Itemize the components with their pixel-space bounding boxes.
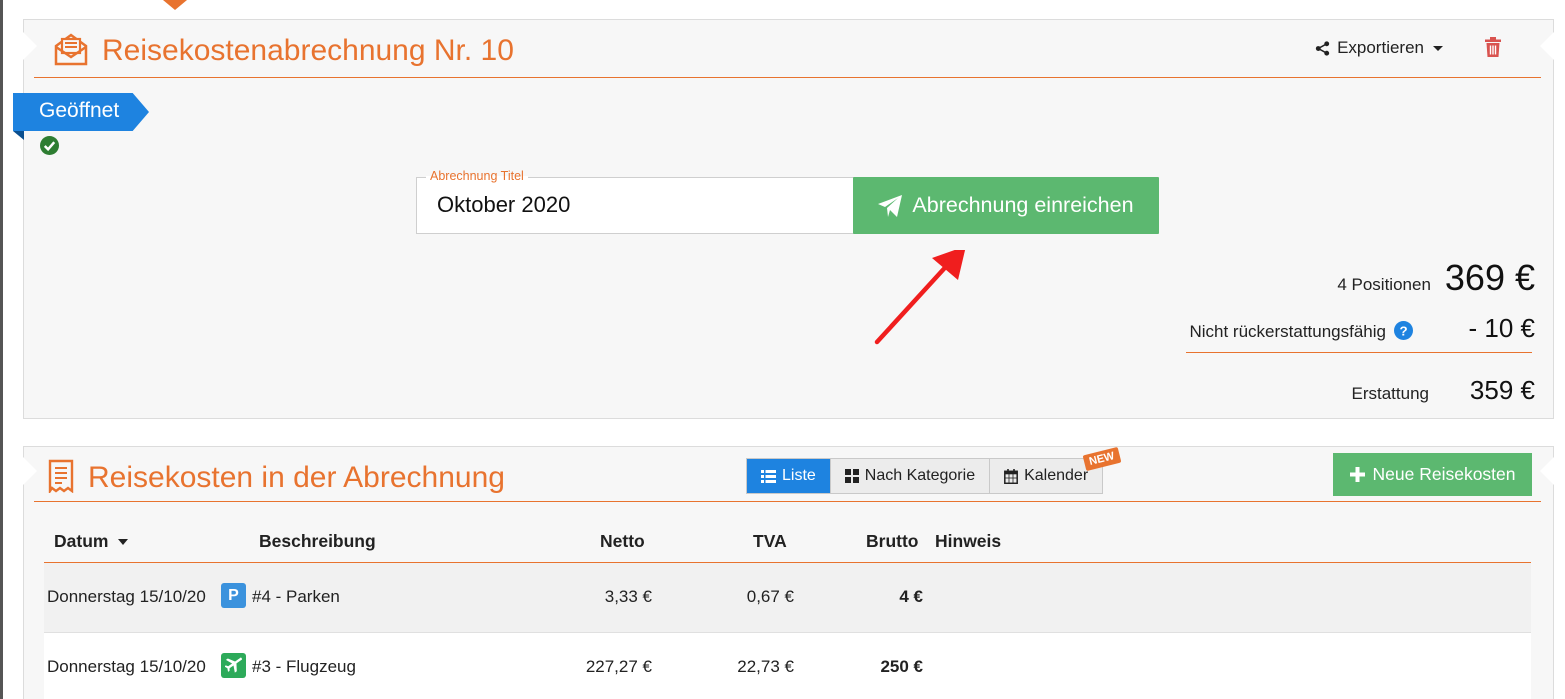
- expenses-table: Datum Beschreibung Netto TVA Brutto Hinw…: [44, 517, 1531, 699]
- report-title-row: Reisekostenabrechnung Nr. 10 Exportieren: [34, 32, 1541, 78]
- row-gross: 4 €: [899, 587, 923, 606]
- grid-icon: [844, 469, 859, 483]
- table-row[interactable]: Donnerstag 15/10/20 P #4 - Parken 3,33 €…: [44, 563, 1531, 633]
- table-row[interactable]: Donnerstag 15/10/20 #3 - Flugzeug 227,27…: [44, 633, 1531, 699]
- status-ribbon-fold: [13, 131, 24, 140]
- row-net: 3,33 €: [604, 587, 652, 606]
- add-expense-label: Neue Reisekosten: [1372, 464, 1516, 484]
- column-vat: TVA: [753, 531, 787, 551]
- positions-label: 4 Positionen: [1337, 275, 1431, 294]
- window-edge: [0, 0, 3, 699]
- row-net: 227,27 €: [585, 657, 652, 676]
- submit-report-label: Abrechnung einreichen: [912, 193, 1134, 217]
- envelope-open-icon: [54, 33, 88, 66]
- receipt-icon: [48, 459, 74, 493]
- column-gross: Brutto: [866, 531, 919, 551]
- row-description: #3 - Flugzeug: [252, 657, 356, 676]
- total-amount: 369 €: [1444, 257, 1535, 298]
- paper-plane-icon: [878, 194, 903, 217]
- sort-desc-icon: [118, 539, 129, 545]
- view-list-button[interactable]: Liste: [747, 459, 831, 493]
- panel-notch-right: [1540, 457, 1554, 485]
- parking-icon: P: [221, 583, 246, 608]
- list-icon: [761, 469, 776, 483]
- summary-refund-row: Erstattung 359 €: [1352, 375, 1536, 406]
- share-icon: [1315, 40, 1330, 56]
- table-header: Datum Beschreibung Netto TVA Brutto Hinw…: [44, 517, 1531, 563]
- row-date: Donnerstag 15/10/20: [47, 587, 206, 606]
- view-calendar-label: Kalender: [1024, 467, 1089, 484]
- non-refundable-label: Nicht rückerstattungsfähig: [1189, 322, 1386, 341]
- refund-label: Erstattung: [1351, 384, 1430, 403]
- summary-total-row: 4 Positionen 369 €: [1337, 257, 1535, 299]
- red-annotation-arrow: [874, 250, 966, 345]
- question-circle-icon[interactable]: ?: [1394, 321, 1413, 340]
- view-category-label: Nach Kategorie: [864, 467, 976, 484]
- export-button[interactable]: Exportieren: [1315, 38, 1443, 58]
- non-refundable-amount: - 10 €: [1468, 313, 1536, 343]
- column-description: Beschreibung: [259, 531, 376, 551]
- row-vat: 0,67 €: [746, 587, 794, 606]
- summary-non-refundable-row: Nicht rückerstattungsfähig ? - 10 €: [1189, 313, 1535, 344]
- row-description: #4 - Parken: [252, 587, 340, 606]
- expenses-title: Reisekosten in der Abrechnung: [88, 461, 505, 494]
- trash-icon[interactable]: [1485, 37, 1501, 57]
- view-toggle: Liste Nach Kategorie Kalender: [746, 458, 1104, 494]
- column-net: Netto: [600, 531, 645, 551]
- add-expense-button[interactable]: Neue Reisekosten: [1333, 453, 1532, 496]
- panel-notch-right: [1540, 32, 1554, 60]
- submit-report-button[interactable]: Abrechnung einreichen: [853, 177, 1159, 234]
- svg-text:?: ?: [1399, 323, 1407, 338]
- airplane-glyph: [225, 657, 242, 673]
- row-vat: 22,73 €: [737, 657, 794, 676]
- refund-amount: 359 €: [1469, 375, 1535, 405]
- airplane-icon: [221, 653, 246, 678]
- status-ribbon: Geöffnet: [13, 93, 149, 131]
- chevron-down-icon: [1433, 45, 1443, 51]
- column-note: Hinweis: [935, 531, 1002, 551]
- calendar-icon: [1004, 468, 1019, 484]
- report-title-input[interactable]: [437, 192, 837, 218]
- view-category-button[interactable]: Nach Kategorie: [830, 459, 991, 493]
- report-title-field-label: Abrechnung Titel: [426, 169, 528, 183]
- row-gross: 250 €: [880, 657, 923, 676]
- check-circle-icon: [40, 136, 59, 155]
- row-date: Donnerstag 15/10/20: [47, 657, 206, 676]
- top-pointer: [163, 0, 187, 10]
- report-panel: Reisekostenabrechnung Nr. 10 Exportieren…: [13, 19, 1554, 419]
- export-label: Exportieren: [1337, 38, 1424, 57]
- view-list-label: Liste: [782, 467, 816, 484]
- plus-icon: [1349, 467, 1365, 482]
- summary-divider: [1186, 352, 1532, 353]
- expenses-panel: Reisekosten in der Abrechnung Liste Nach…: [23, 446, 1554, 699]
- column-date-label: Datum: [54, 531, 109, 551]
- report-title: Reisekostenabrechnung Nr. 10: [102, 34, 514, 67]
- report-title-field[interactable]: Abrechnung Titel: [416, 169, 854, 234]
- column-date[interactable]: Datum: [54, 531, 129, 552]
